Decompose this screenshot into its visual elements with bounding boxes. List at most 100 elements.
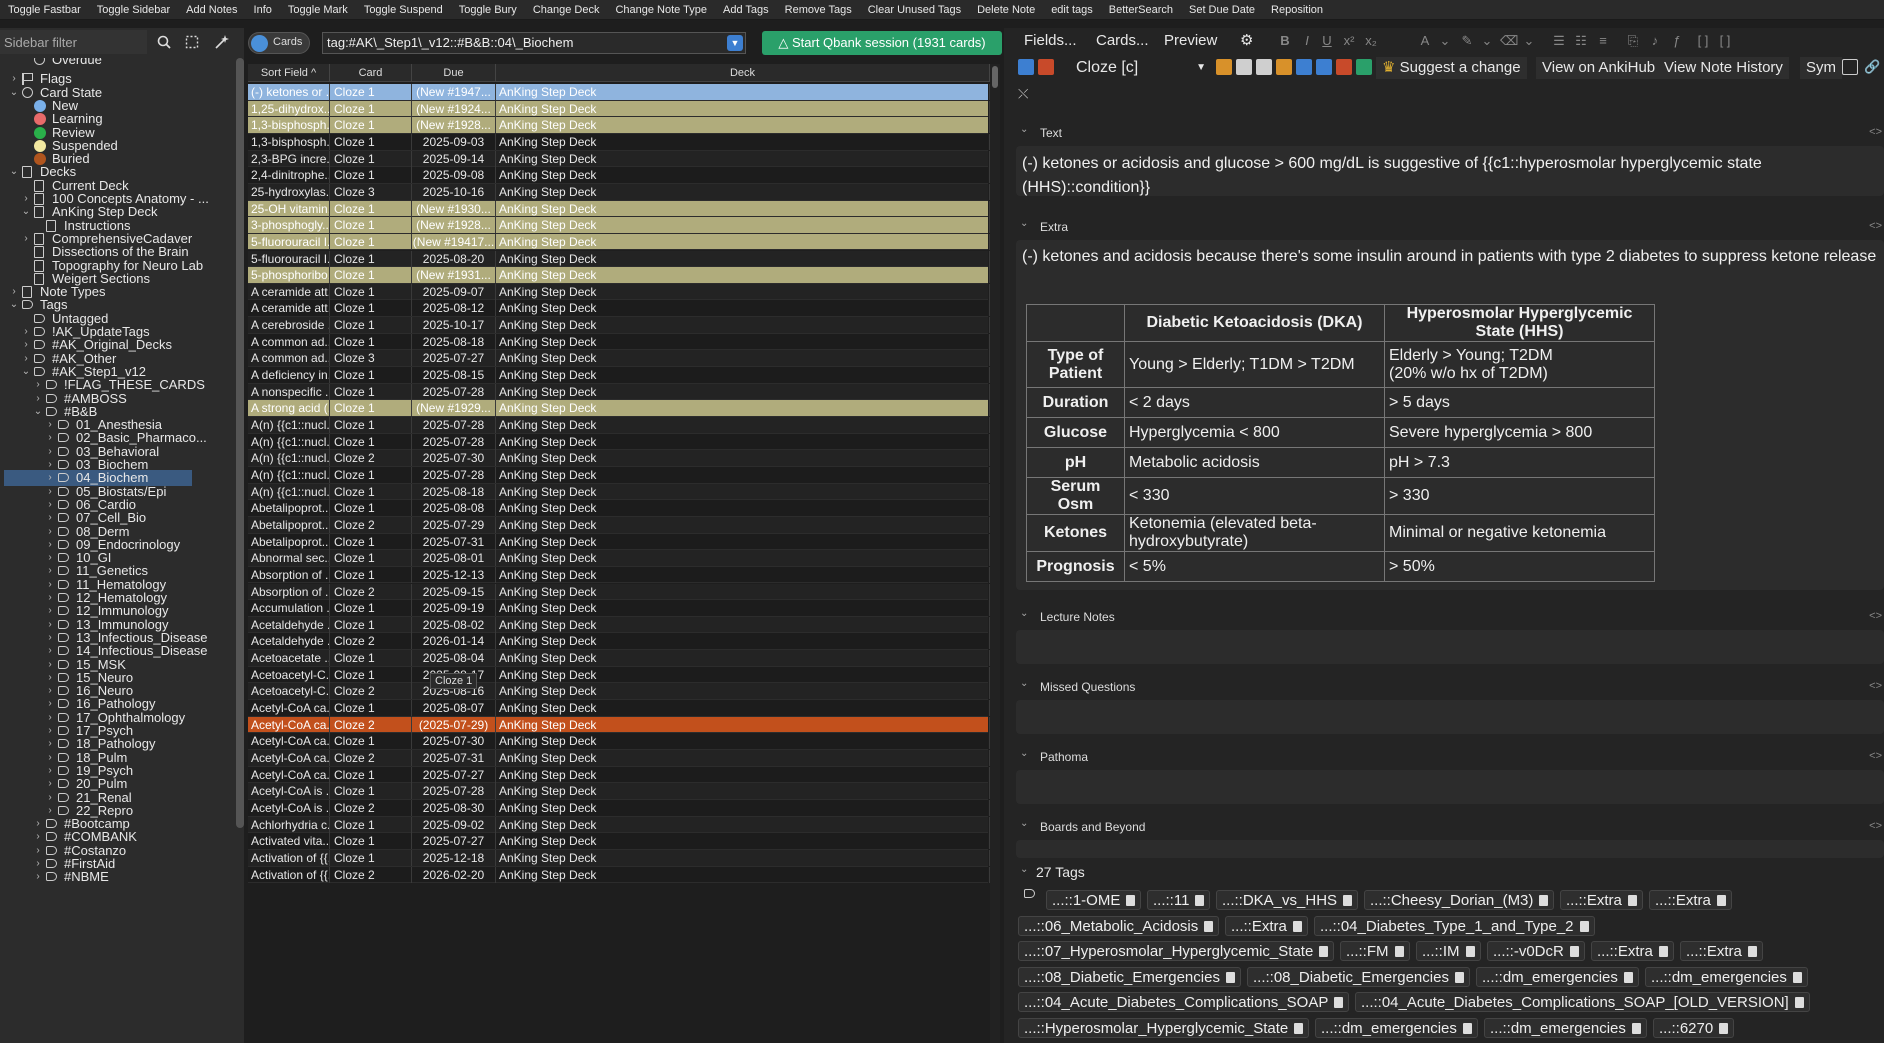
html-toggle-icon[interactable]: <> xyxy=(1869,750,1882,762)
trash-icon[interactable] xyxy=(1747,946,1757,957)
table-row[interactable]: 1,3-bisphosph... Cloze 1 2025-09-03 AnKing … xyxy=(248,133,990,151)
toolbar-item[interactable]: Toggle Fastbar xyxy=(0,0,89,20)
field-extra-editor[interactable]: (-) ketones and acidosis because there's… xyxy=(1016,240,1884,590)
toolbar-item[interactable]: Set Due Date xyxy=(1181,0,1263,20)
table-row[interactable]: 2,4-dinitrophe... Cloze 1 2025-09-08 AnKing… xyxy=(248,167,990,184)
tag-chip[interactable]: ...::04_Diabetes_Type_1_and_Type_2 xyxy=(1314,915,1595,936)
table-row[interactable]: Acetaldehyde ... Cloze 2 2026-01-14 AnKing … xyxy=(248,633,990,651)
table-row[interactable]: 1,3-bisphosph... Cloze 1 (New #1928... AnKi… xyxy=(248,117,990,134)
table-row[interactable]: Acetyl-CoA ca... Cloze 2 (2025-07-29) AnKin… xyxy=(248,716,990,734)
bold-icon[interactable]: B xyxy=(1276,32,1294,50)
splitter-handle[interactable] xyxy=(1004,28,1012,1043)
toolbar-item[interactable]: Info xyxy=(246,0,280,20)
trash-icon[interactable] xyxy=(1195,895,1205,906)
table-row[interactable]: 25-OH vitamin... Cloze 1 (New #1930... AnKi… xyxy=(248,200,990,218)
table-row[interactable]: A(n) {{c1::nucl... Cloze 1 2025-07-28 AnKin… xyxy=(248,417,990,434)
trash-icon[interactable] xyxy=(1292,920,1302,932)
toolbar-item[interactable]: Add Notes xyxy=(178,0,245,20)
trash-icon[interactable] xyxy=(1719,1022,1729,1034)
italic-icon[interactable]: I xyxy=(1298,32,1316,50)
column-header-deck[interactable]: Deck xyxy=(496,64,990,82)
bullet-list-icon[interactable]: ☰ xyxy=(1550,32,1568,50)
addon-arrows-icon[interactable] xyxy=(1356,59,1372,75)
field-header-extra[interactable]: ⌄ Extra <> xyxy=(1012,218,1884,238)
table-row[interactable]: Activation of {{... Cloze 1 2025-12-18 AnKi… xyxy=(248,849,990,867)
toolbar-item[interactable]: Toggle Bury xyxy=(451,0,525,20)
field-header-text[interactable]: ⌄ Text <> xyxy=(1012,124,1884,144)
table-row[interactable]: A(n) {{c1::nucl... Cloze 2 2025-07-30 AnKin… xyxy=(248,450,990,467)
table-row[interactable]: A ceramide att... Cloze 1 2025-09-07 AnKing… xyxy=(248,283,990,301)
tag-chip[interactable]: ...::Extra xyxy=(1649,890,1732,910)
unlink-icon[interactable]: ⤬ xyxy=(1018,86,1034,102)
trash-icon[interactable] xyxy=(1716,895,1726,906)
field-boards-and-beyond-editor[interactable] xyxy=(1016,840,1884,858)
sym-button[interactable]: Sym xyxy=(1800,57,1842,79)
sidebar-filter-input[interactable] xyxy=(0,30,147,54)
search-icon[interactable] xyxy=(152,30,176,54)
table-row[interactable]: Achlorhydria c... Cloze 1 2025-09-02 AnKing… xyxy=(248,816,990,834)
html-toggle-icon[interactable]: <> xyxy=(1869,220,1882,232)
sidebar-scrollbar[interactable] xyxy=(236,58,244,828)
magic-wand-icon[interactable] xyxy=(210,30,234,54)
addon-blue-icon[interactable] xyxy=(1018,59,1034,75)
tag-chip[interactable]: ...::IM xyxy=(1416,941,1481,961)
search-history-dropdown-icon[interactable]: ▼ xyxy=(727,35,743,51)
superscript-icon[interactable]: x² xyxy=(1340,32,1358,50)
cards-button[interactable]: Cards... xyxy=(1090,30,1155,52)
tag-chip[interactable]: ...::DKA_vs_HHS xyxy=(1216,890,1359,910)
trash-icon[interactable] xyxy=(1579,920,1589,932)
table-row[interactable]: 1,25-dihydrox... Cloze 1 (New #1924... AnKi… xyxy=(248,100,990,118)
eraser-dropdown-icon[interactable]: ⌄ xyxy=(1520,32,1538,50)
table-row[interactable]: Acetyl-CoA ca... Cloze 1 2025-07-30 AnKing … xyxy=(248,733,990,750)
trash-icon[interactable] xyxy=(1792,971,1802,983)
table-row[interactable]: Acetoacetyl-C... Cloze 2 2025-08-16 AnKing … xyxy=(248,683,990,701)
toolbar-item[interactable]: BetterSearch xyxy=(1101,0,1181,20)
table-row[interactable]: 5-fluorouracil I... Cloze 1 2025-08-20 AnKi… xyxy=(248,250,990,268)
tag-chip[interactable]: ...::dm_emergencies xyxy=(1645,966,1808,987)
trash-icon[interactable] xyxy=(1225,971,1235,983)
table-row[interactable]: A(n) {{c1::nucl... Cloze 1 2025-07-28 AnKin… xyxy=(248,433,990,451)
table-row[interactable]: 5-fluorouracil I... Cloze 1 (New #19417...… xyxy=(248,233,990,251)
table-row[interactable]: A common ad... Cloze 1 2025-08-18 AnKing St… xyxy=(248,333,990,351)
tag-chip[interactable]: ...::Extra xyxy=(1560,890,1643,910)
trash-icon[interactable] xyxy=(1204,920,1214,932)
tag-chip[interactable]: ...::08_Diabetic_Emergencies xyxy=(1018,966,1241,987)
table-row[interactable]: Activation of {{... Cloze 2 2026-02-20 AnKi… xyxy=(248,866,990,884)
field-lecture-notes-editor[interactable] xyxy=(1016,630,1884,664)
addon-shop-icon[interactable] xyxy=(1276,59,1292,75)
html-toggle-icon[interactable]: <> xyxy=(1869,820,1882,832)
trash-icon[interactable] xyxy=(1294,1022,1304,1034)
table-row[interactable]: Acetoacetyl-C...Cloze 12025-08-17AnKing … xyxy=(248,666,990,684)
fields-button[interactable]: Fields... xyxy=(1018,30,1083,52)
table-row[interactable]: Absorption of ... Cloze 1 2025-12-13 AnKing… xyxy=(248,566,990,584)
text-color-dropdown-icon[interactable]: ⌄ xyxy=(1436,32,1454,50)
trash-icon[interactable] xyxy=(1631,1022,1641,1034)
trash-icon[interactable] xyxy=(1126,895,1136,906)
table-row[interactable]: Accumulation ... Cloze 1 2025-09-19 AnKing … xyxy=(248,600,990,617)
addon-shuffle-icon[interactable] xyxy=(1316,59,1332,75)
start-qbank-button[interactable]: △ Start Qbank session (1931 cards) xyxy=(762,31,1002,55)
table-row[interactable]: Absorption of ... Cloze 2 2025-09-15 AnKing… xyxy=(248,583,990,601)
search-input[interactable]: tag:#AK\_Step1\_v12::#B&B::04\_Biochem ▼ xyxy=(322,32,746,54)
trash-icon[interactable] xyxy=(1794,997,1804,1008)
collapse-chevron-icon[interactable]: ⌄ xyxy=(1020,864,1028,875)
html-toggle-icon[interactable]: <> xyxy=(1869,680,1882,692)
gear-icon[interactable]: ⚙ xyxy=(1234,30,1259,52)
toolbar-item[interactable]: Reposition xyxy=(1263,0,1331,20)
trash-icon[interactable] xyxy=(1658,946,1668,957)
tag-chip[interactable]: ...::Extra xyxy=(1591,941,1674,961)
trash-icon[interactable] xyxy=(1343,895,1353,906)
trash-icon[interactable] xyxy=(1454,971,1464,983)
table-row[interactable]: A strong acid (... Cloze 1 (New #1929... An… xyxy=(248,400,990,417)
toolbar-item[interactable]: Clear Unused Tags xyxy=(860,0,969,20)
tag-chip[interactable]: ...::Cheesy_Dorian_(M3) xyxy=(1364,890,1555,910)
table-row[interactable]: Acetyl-CoA ca... Cloze 1 2025-08-07 AnKing … xyxy=(248,700,990,717)
addon-layers-icon[interactable] xyxy=(1336,59,1352,75)
table-row[interactable]: A(n) {{c1::nucl... Cloze 1 2025-08-18 AnKin… xyxy=(248,483,990,501)
notetype-select[interactable]: Cloze [c] ▼ xyxy=(1060,58,1210,78)
tag-chip[interactable]: ...::dm_emergencies xyxy=(1484,1017,1647,1038)
text-color-icon[interactable]: A xyxy=(1416,32,1434,50)
table-row[interactable]: Acetoacetate ... Cloze 1 2025-08-04 AnKing … xyxy=(248,650,990,667)
tag-chip[interactable]: ...::11 xyxy=(1147,890,1211,910)
table-row[interactable]: Acetyl-CoA is ... Cloze 1 2025-07-28 AnKing… xyxy=(248,783,990,800)
